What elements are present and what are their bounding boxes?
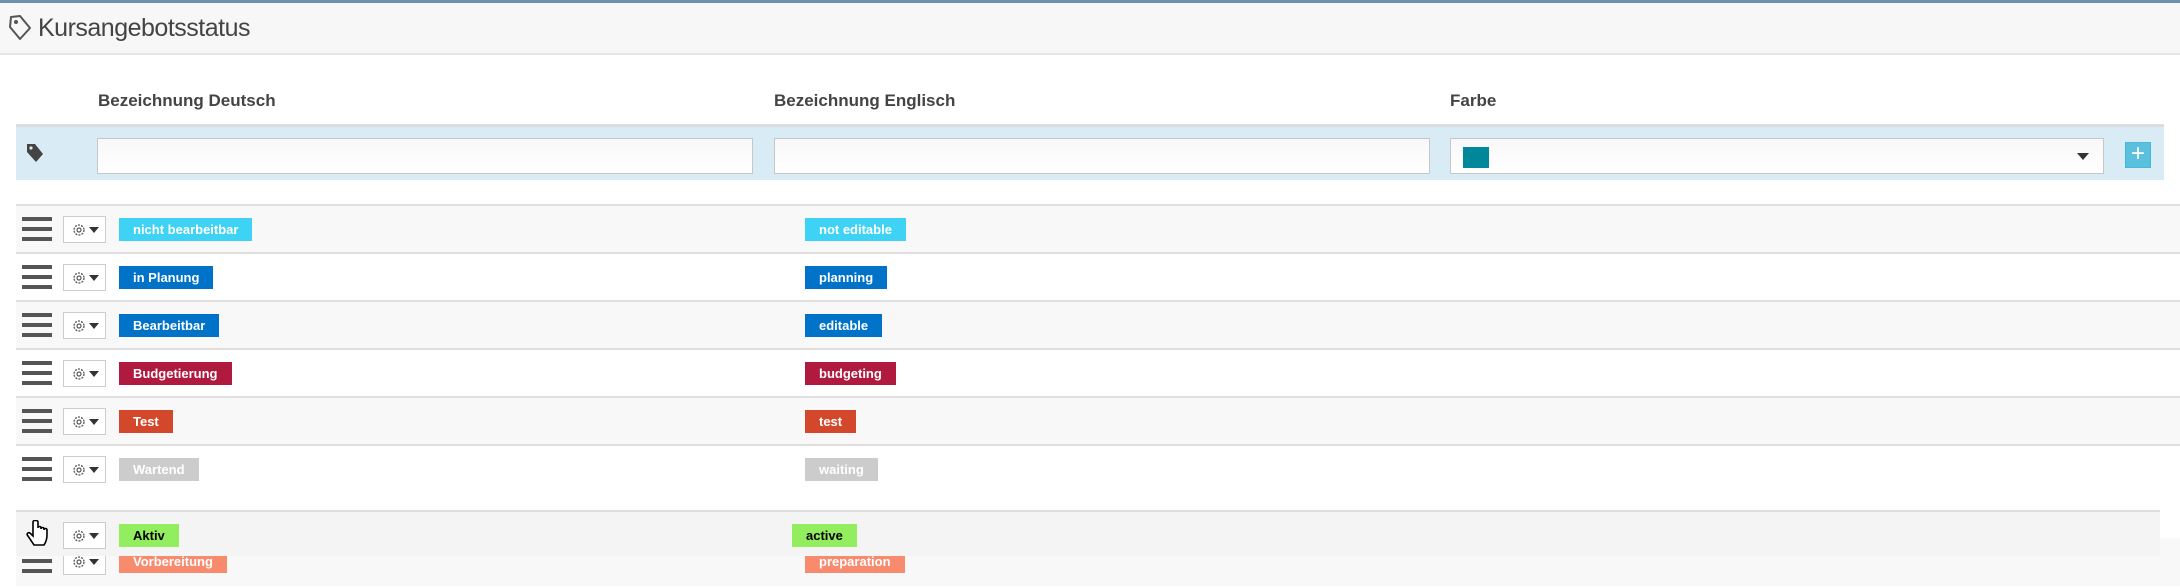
status-row: in Planung planning bbox=[16, 252, 2180, 300]
caret-down-icon bbox=[88, 370, 99, 377]
drag-handle[interactable] bbox=[22, 265, 52, 289]
page-title: Kursangebotsstatus bbox=[38, 13, 250, 42]
dragging-row[interactable]: Aktiv active bbox=[16, 510, 2160, 556]
gear-icon bbox=[72, 271, 85, 284]
page-header: Kursangebotsstatus bbox=[0, 3, 2180, 55]
status-row: Budgetierung budgeting bbox=[16, 348, 2180, 396]
gear-icon bbox=[72, 223, 85, 236]
drag-handle[interactable] bbox=[22, 409, 52, 433]
row-actions-dropdown[interactable] bbox=[63, 216, 106, 243]
caret-down-icon bbox=[88, 558, 99, 565]
status-badge-english: active bbox=[792, 524, 857, 547]
status-badge-english: budgeting bbox=[805, 362, 896, 385]
german-name-input[interactable] bbox=[97, 138, 753, 174]
add-button[interactable]: + bbox=[2125, 142, 2151, 168]
status-badge-english: not editable bbox=[805, 218, 906, 241]
gear-icon bbox=[72, 319, 85, 332]
caret-down-icon bbox=[88, 322, 99, 329]
row-actions-dropdown[interactable] bbox=[63, 264, 106, 291]
column-header-english: Bezeichnung Englisch bbox=[774, 91, 956, 110]
drag-handle[interactable] bbox=[22, 457, 52, 481]
new-entry-row: + bbox=[16, 124, 2164, 180]
gear-icon bbox=[72, 463, 85, 476]
gear-icon bbox=[72, 415, 85, 428]
status-badge-german: in Planung bbox=[119, 266, 214, 289]
drag-handle[interactable] bbox=[22, 361, 52, 385]
status-badge-german: nicht bearbeitbar bbox=[119, 218, 253, 241]
row-actions-dropdown[interactable] bbox=[63, 408, 106, 435]
status-badge-english: test bbox=[805, 410, 857, 433]
caret-down-icon bbox=[2077, 153, 2089, 160]
row-actions-dropdown[interactable] bbox=[63, 522, 106, 549]
row-actions-dropdown[interactable] bbox=[63, 456, 106, 483]
caret-down-icon bbox=[88, 466, 99, 473]
color-select[interactable] bbox=[1450, 138, 2104, 174]
hand-cursor-icon bbox=[26, 520, 48, 546]
caret-down-icon bbox=[88, 532, 99, 539]
column-header-german: Bezeichnung Deutsch bbox=[98, 91, 276, 110]
status-badge-english: editable bbox=[805, 314, 883, 337]
gear-icon bbox=[72, 367, 85, 380]
caret-down-icon bbox=[88, 226, 99, 233]
drag-handle[interactable] bbox=[22, 217, 52, 241]
status-badge-german: Aktiv bbox=[119, 524, 179, 547]
plus-icon: + bbox=[2130, 140, 2145, 167]
drag-handle[interactable] bbox=[22, 313, 52, 337]
tag-icon bbox=[27, 144, 43, 162]
status-badge-english: waiting bbox=[805, 458, 878, 481]
gear-icon bbox=[72, 529, 85, 542]
status-row: Wartend waiting bbox=[16, 444, 2180, 492]
status-row: Bearbeitbar editable bbox=[16, 300, 2180, 348]
tag-outline-icon bbox=[9, 15, 31, 40]
caret-down-icon bbox=[88, 418, 99, 425]
status-badge-german: Test bbox=[119, 410, 173, 433]
english-name-input[interactable] bbox=[774, 138, 1430, 174]
row-actions-dropdown[interactable] bbox=[63, 360, 106, 387]
status-row: nicht bearbeitbar not editable bbox=[16, 204, 2180, 252]
status-badge-english: planning bbox=[805, 266, 888, 289]
color-swatch bbox=[1463, 147, 1489, 168]
status-badge-german: Budgetierung bbox=[119, 362, 232, 385]
row-actions-dropdown[interactable] bbox=[63, 312, 106, 339]
status-row: Test test bbox=[16, 396, 2180, 444]
caret-down-icon bbox=[88, 274, 99, 281]
status-badge-german: Wartend bbox=[119, 458, 199, 481]
column-header-color: Farbe bbox=[1450, 91, 1497, 110]
status-badge-german: Bearbeitbar bbox=[119, 314, 220, 337]
